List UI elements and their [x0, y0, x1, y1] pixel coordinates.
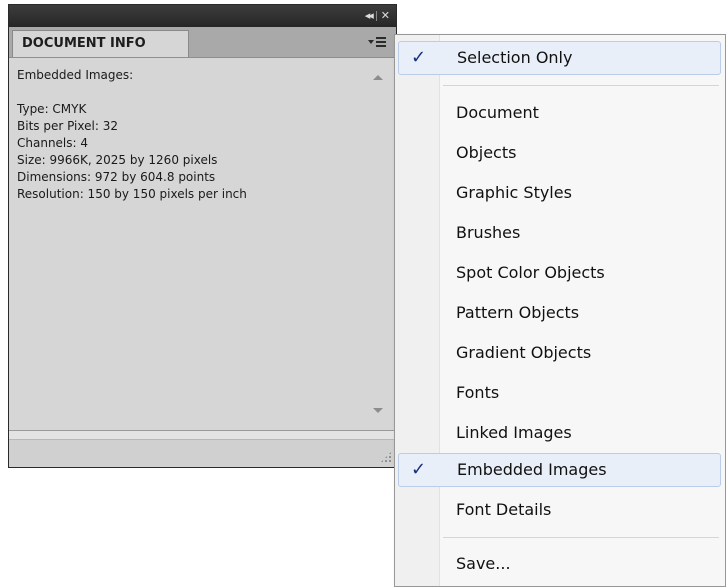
menu-item-label: Save...	[456, 554, 511, 573]
info-line: Type: CMYK	[17, 102, 87, 116]
checkmark-icon: ✓	[411, 459, 427, 480]
menu-item-label: Document	[456, 103, 539, 122]
menu-item-fonts[interactable]: Fonts	[398, 376, 721, 410]
menu-separator	[443, 537, 719, 538]
info-line	[17, 84, 367, 101]
menu-lines-icon	[376, 37, 386, 47]
menu-item-label: Font Details	[456, 500, 552, 519]
menu-separator	[443, 85, 719, 86]
menu-item-save[interactable]: Save...	[398, 547, 721, 581]
menu-item-selection-only[interactable]: ✓ Selection Only	[398, 41, 721, 75]
menu-item-gradient-objects[interactable]: Gradient Objects	[398, 336, 721, 370]
panel-bottom-bar	[9, 439, 396, 467]
menu-item-brushes[interactable]: Brushes	[398, 216, 721, 250]
info-line: Size: 9966K, 2025 by 1260 pixels	[17, 153, 218, 167]
chevron-down-icon	[368, 40, 374, 44]
panel-tab-row: DOCUMENT INFO	[9, 27, 396, 58]
menu-item-font-details[interactable]: Font Details	[398, 493, 721, 527]
checkmark-icon: ✓	[411, 47, 427, 68]
panel-titlebar[interactable]: ◂◂ ✕	[9, 5, 396, 27]
menu-item-label: Pattern Objects	[456, 303, 580, 322]
menu-item-pattern-objects[interactable]: Pattern Objects	[398, 296, 721, 330]
info-line: Bits per Pixel: 32	[17, 119, 118, 133]
panel-flyout-menu: ✓ Selection Only Document Objects Graphi…	[394, 34, 726, 587]
menu-item-label: Brushes	[456, 223, 521, 242]
close-icon[interactable]: ✕	[381, 9, 390, 23]
menu-item-label: Gradient Objects	[456, 343, 592, 362]
menu-item-label: Fonts	[456, 383, 500, 402]
menu-item-graphic-styles[interactable]: Graphic Styles	[398, 176, 721, 210]
menu-item-label: Graphic Styles	[456, 183, 572, 202]
resize-grip-icon[interactable]	[380, 451, 392, 463]
scroll-down-arrow-icon[interactable]	[373, 408, 383, 413]
info-line: Embedded Images:	[17, 68, 134, 82]
vertical-scrollbar[interactable]	[372, 67, 384, 419]
info-line: Dimensions: 972 by 604.8 points	[17, 170, 216, 184]
menu-item-label: Embedded Images	[457, 460, 607, 479]
panel-status-row	[9, 430, 396, 439]
document-info-content: Embedded Images: Type: CMYK Bits per Pix…	[17, 67, 367, 203]
menu-item-linked-images[interactable]: Linked Images	[398, 416, 721, 450]
scroll-up-arrow-icon[interactable]	[373, 75, 383, 80]
info-line: Channels: 4	[17, 136, 89, 150]
menu-item-label: Selection Only	[457, 48, 573, 67]
control-divider	[375, 11, 377, 21]
menu-item-label: Objects	[456, 143, 517, 162]
collapse-icon[interactable]: ◂◂	[365, 9, 374, 23]
document-info-panel: ◂◂ ✕ DOCUMENT INFO Embedded Images: Type…	[8, 4, 397, 468]
menu-item-label: Linked Images	[456, 423, 572, 442]
panel-menu-button[interactable]	[368, 35, 388, 49]
menu-item-document[interactable]: Document	[398, 96, 721, 130]
info-line: Resolution: 150 by 150 pixels per inch	[17, 187, 247, 201]
menu-item-spot-color-objects[interactable]: Spot Color Objects	[398, 256, 721, 290]
menu-item-label: Spot Color Objects	[456, 263, 605, 282]
menu-item-embedded-images[interactable]: ✓ Embedded Images	[398, 453, 721, 487]
tab-document-info[interactable]: DOCUMENT INFO	[12, 30, 189, 57]
menu-item-objects[interactable]: Objects	[398, 136, 721, 170]
